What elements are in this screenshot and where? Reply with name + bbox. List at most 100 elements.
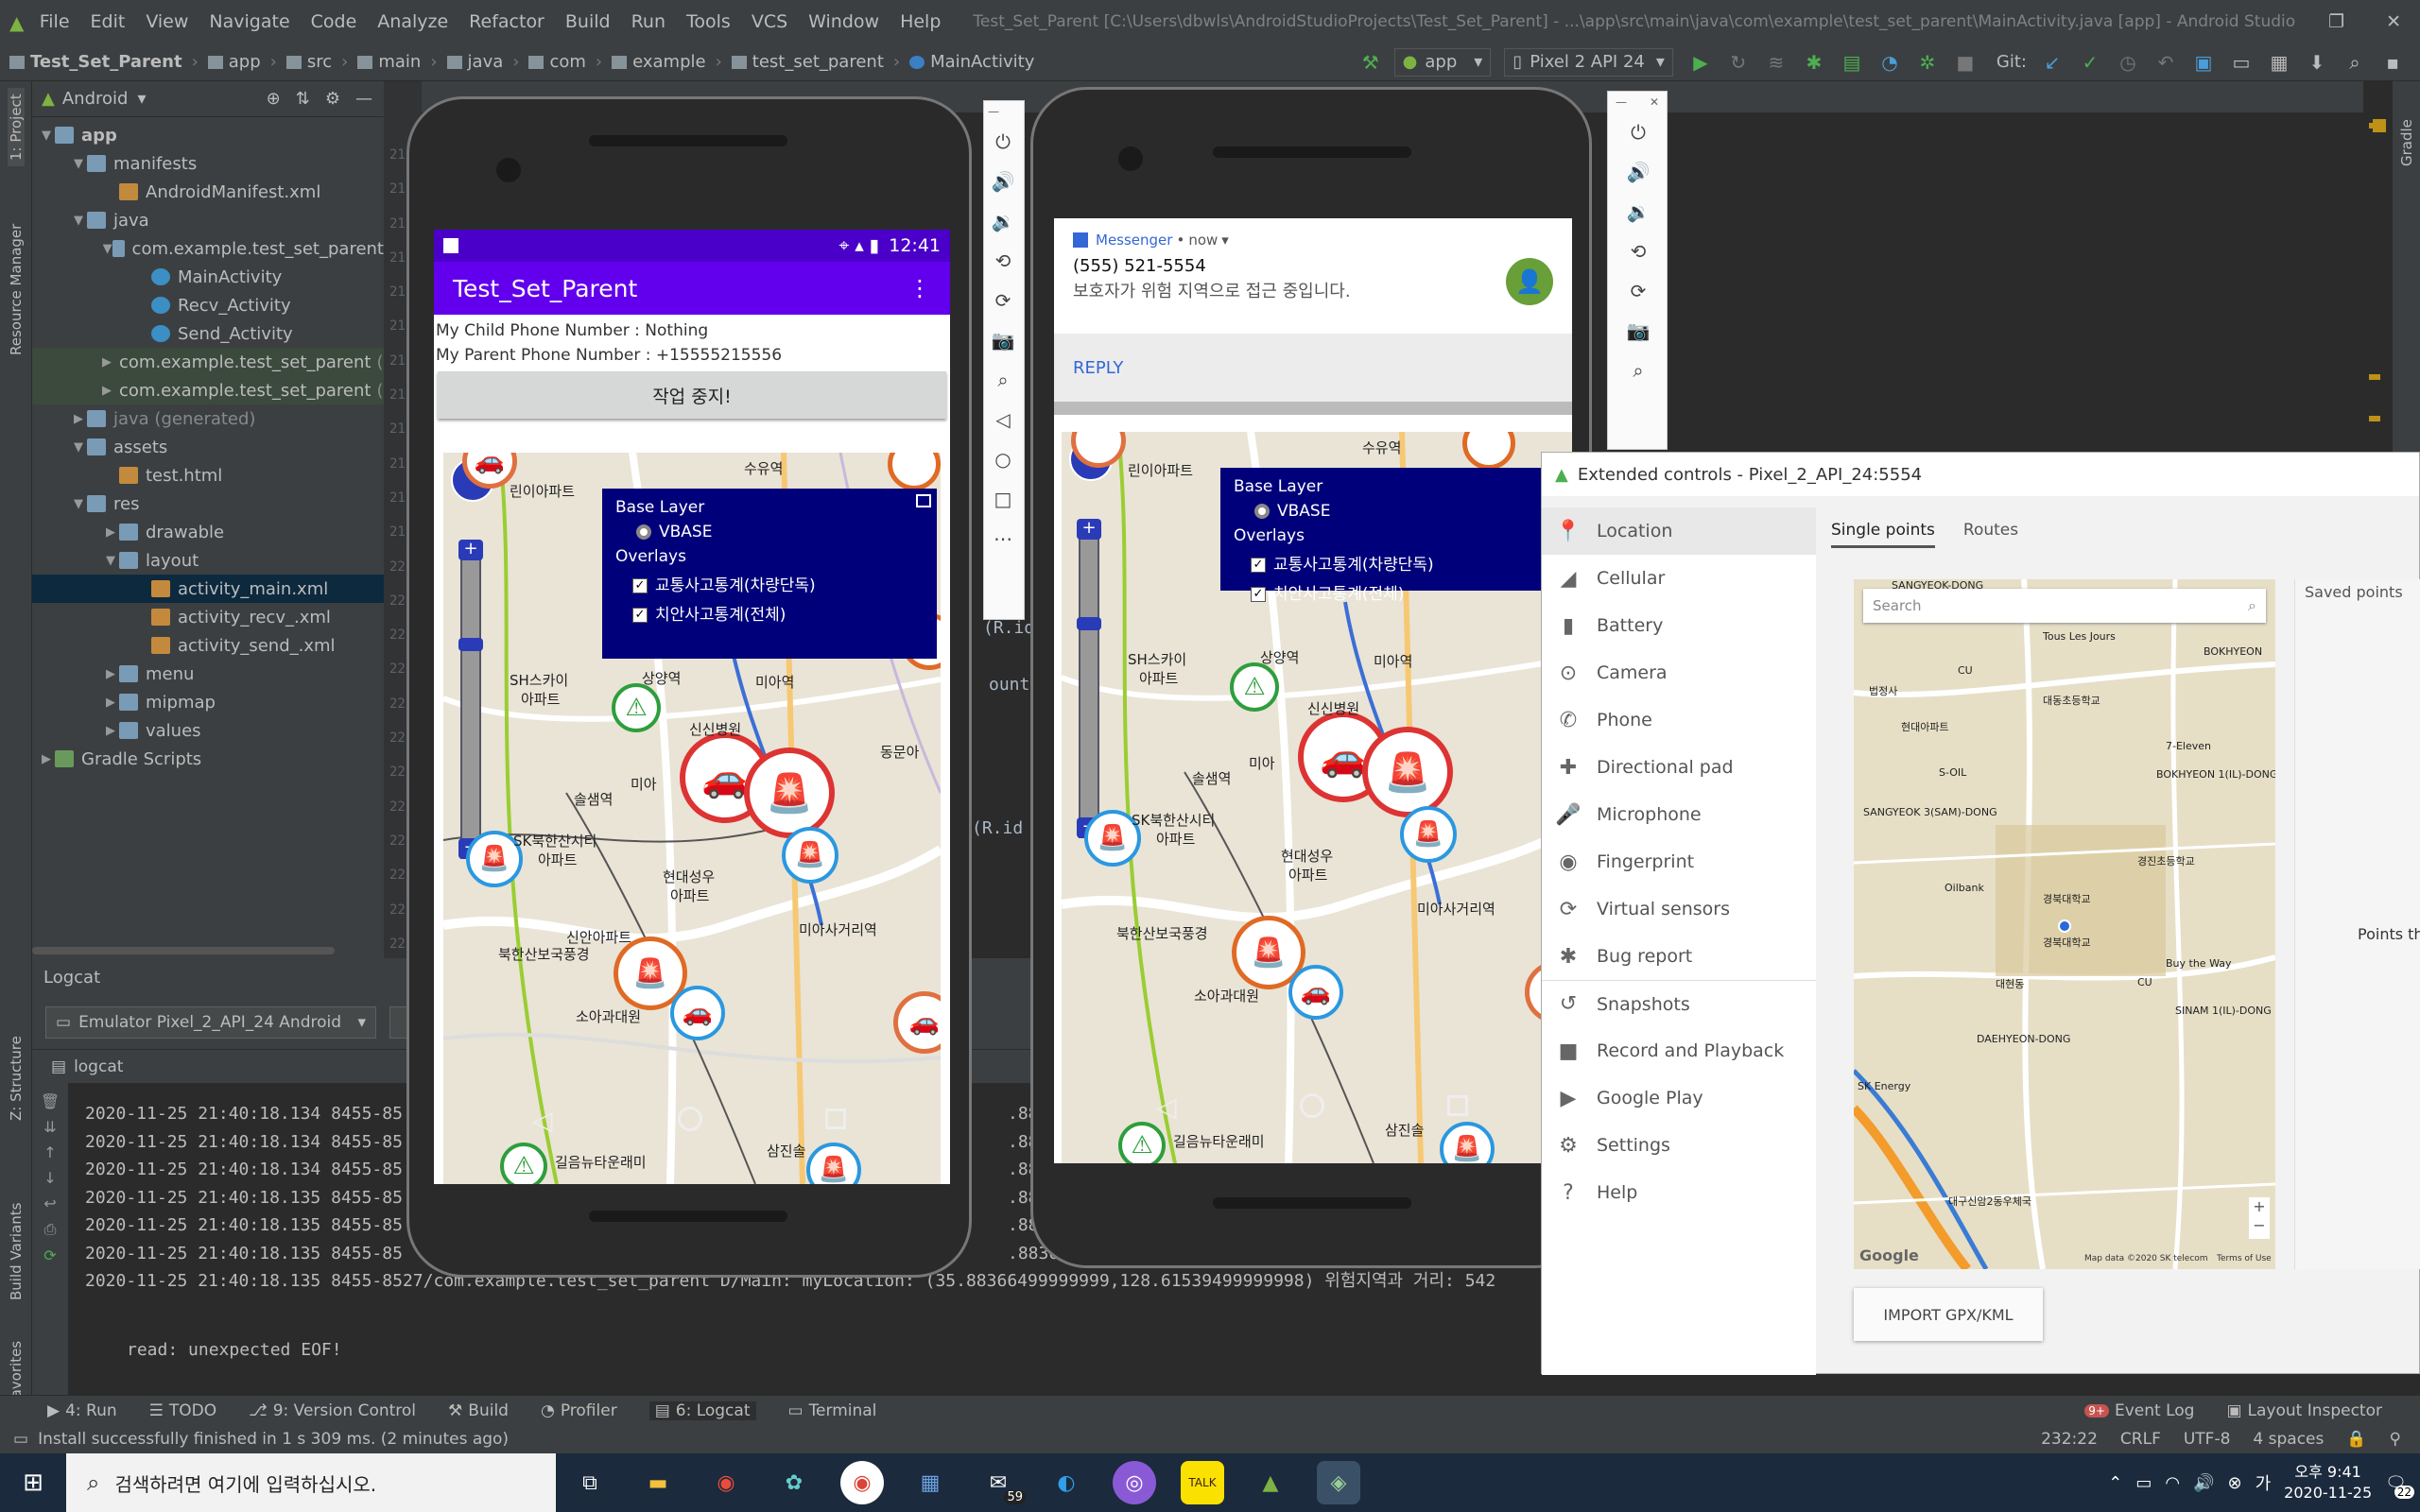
extended-menu-item[interactable]: ? Help xyxy=(1542,1169,1816,1216)
sdk-manager-icon[interactable]: ⬇ xyxy=(2303,48,2331,77)
expand-arrow-icon[interactable]: ▼ xyxy=(70,214,87,228)
print-icon[interactable]: ⎙ xyxy=(44,1220,57,1239)
collapse-arrow-icon[interactable]: ▶ xyxy=(70,412,87,426)
trash-icon[interactable]: 🗑 xyxy=(41,1092,60,1110)
search-icon[interactable]: ⌕ xyxy=(2341,48,2369,77)
base-layer-option[interactable]: VBASE xyxy=(1254,502,1559,521)
menu-navigate[interactable]: Navigate xyxy=(209,11,289,32)
restart-icon[interactable]: ⟳ xyxy=(43,1246,56,1264)
camera-icon[interactable]: 📷 xyxy=(984,320,1022,360)
run-config-select[interactable]: ● app ▾ xyxy=(1393,47,1492,77)
rotate-right-icon[interactable]: ⟳ xyxy=(1619,271,1657,311)
expand-arrow-icon[interactable]: ▼ xyxy=(70,440,87,455)
tree-item[interactable]: activity_recv_.xml xyxy=(32,603,384,631)
map-view[interactable]: + − 🚗 ⚠ 🚗 🚨 🚨 🚨 🚨 🚗 🚗 ⚠ 🚨 수유역 린이아파트 SH스카… xyxy=(443,453,941,1184)
task-view-icon[interactable]: ⧉ xyxy=(568,1461,612,1504)
overlay-option[interactable]: ✓ 교통사고통계(차량단독) xyxy=(1251,551,1559,575)
map-zoom-slider[interactable] xyxy=(460,547,481,859)
traffic-accident-marker-blue[interactable]: 🚗 xyxy=(670,986,725,1040)
horizontal-scrollbar[interactable] xyxy=(32,947,335,954)
rotate-left-icon[interactable]: ⟲ xyxy=(1619,232,1657,271)
attach-debugger-icon[interactable]: ✲ xyxy=(1913,48,1942,77)
map-zoom-slider[interactable] xyxy=(1079,526,1099,838)
crime-marker-green[interactable]: ⚠ xyxy=(1230,662,1279,712)
apply-changes-icon[interactable]: ↻ xyxy=(1724,48,1753,77)
git-update-icon[interactable]: ↙ xyxy=(2038,48,2066,77)
up-icon[interactable]: ↑ xyxy=(43,1143,56,1161)
breadcrumb-item[interactable]: example › xyxy=(612,52,722,72)
terminal-icon[interactable]: ▪ xyxy=(2378,48,2407,77)
mail-icon[interactable]: ✉ 59 xyxy=(977,1461,1026,1504)
tree-item[interactable]: Recv_Activity xyxy=(32,291,384,319)
restore-window-icon[interactable]: ❐ xyxy=(2328,11,2344,32)
git-commit-icon[interactable]: ✓ xyxy=(2076,48,2104,77)
tree-item[interactable]: ▶com.example.test_set_parent(test) xyxy=(32,376,423,404)
close-icon[interactable]: ✕ xyxy=(1650,95,1659,109)
layout-inspector-button[interactable]: ▣ Layout Inspector xyxy=(2226,1401,2382,1420)
tree-item[interactable]: ▶ drawable xyxy=(32,518,384,546)
make-project-icon[interactable]: ⚒ xyxy=(1357,48,1385,77)
build-variants-tab[interactable]: Build Variants xyxy=(8,1203,25,1300)
overlay-option[interactable]: ✓ 치안사고통계(전체) xyxy=(1251,580,1559,604)
error-stripe-marker[interactable] xyxy=(2369,374,2380,380)
extended-menu-item[interactable]: ▮ Battery xyxy=(1542,602,1816,649)
wifi-icon[interactable]: ◠ xyxy=(2165,1473,2180,1493)
bottom-tab[interactable]: ⚒ Build xyxy=(448,1401,509,1420)
debug-icon[interactable]: ✱ xyxy=(1800,48,1828,77)
windows-start-icon[interactable]: ⊞ xyxy=(0,1453,66,1512)
tree-item[interactable]: ▼ res xyxy=(32,490,384,518)
expand-arrow-icon[interactable]: ▼ xyxy=(102,554,119,568)
git-rollback-icon[interactable]: ↶ xyxy=(2152,48,2180,77)
collapse-icon[interactable]: ⇅ xyxy=(296,89,310,109)
menu-help[interactable]: Help xyxy=(900,11,941,32)
menu-analyze[interactable]: Analyze xyxy=(377,11,448,32)
location-map[interactable]: Search ⌕ SANGYEOK-DONG Tous Les Jours CU… xyxy=(1854,579,2275,1269)
menu-tools[interactable]: Tools xyxy=(686,11,731,32)
crime-marker-blue[interactable]: 🚨 xyxy=(1400,806,1457,863)
volume-up-icon[interactable]: 🔊 xyxy=(984,162,1022,201)
gear-icon[interactable]: ⚙ xyxy=(325,89,340,109)
zoom-icon[interactable]: ⌕ xyxy=(1619,351,1657,390)
breadcrumb-item[interactable]: app › xyxy=(207,52,277,72)
paint-icon[interactable]: ✿ xyxy=(772,1461,816,1504)
tree-item[interactable]: MainActivity xyxy=(32,263,384,291)
expand-arrow-icon[interactable]: ▼ xyxy=(38,129,55,143)
volume-icon[interactable]: 🔊 xyxy=(2193,1473,2214,1493)
breadcrumb-item[interactable]: Test_Set_Parent › xyxy=(9,52,199,72)
extended-menu-item[interactable]: 📍 Location xyxy=(1542,507,1816,555)
tree-item[interactable]: ▶ menu xyxy=(32,660,384,688)
overlay-option[interactable]: ✓ 치안사고통계(전체) xyxy=(632,601,924,625)
overview-icon[interactable]: □ xyxy=(984,479,1022,519)
mute-icon[interactable]: ⊗ xyxy=(2228,1473,2242,1493)
volume-up-icon[interactable]: 🔊 xyxy=(1619,152,1657,192)
extended-menu-item[interactable]: ◉ Fingerprint xyxy=(1542,838,1816,885)
tree-item[interactable]: test.html xyxy=(32,461,384,490)
taskbar-search-input[interactable]: ⌕ 검색하려면 여기에 입력하십시오. xyxy=(66,1453,556,1512)
crime-marker-red[interactable]: 🚨 xyxy=(744,747,835,838)
project-view-select[interactable]: Android xyxy=(62,89,129,109)
tray-device-icon[interactable]: ▭ xyxy=(2135,1473,2152,1493)
tree-item[interactable]: ▼ layout xyxy=(32,546,384,575)
collapse-arrow-icon[interactable]: ▶ xyxy=(38,752,55,766)
run-icon[interactable]: ▶ xyxy=(1686,48,1715,77)
tree-item[interactable]: ▶ mipmap xyxy=(32,688,384,716)
map-zoom-control[interactable]: + − xyxy=(2249,1197,2270,1239)
crime-marker-blue[interactable]: 🚨 xyxy=(782,827,838,884)
edge-icon[interactable]: ◐ xyxy=(1045,1461,1088,1504)
menu-edit[interactable]: Edit xyxy=(91,11,126,32)
tree-item[interactable]: ▶com.example.test_set_parent(androidTest… xyxy=(32,348,488,376)
tab-single-points[interactable]: Single points xyxy=(1831,521,1935,548)
layout-inspector-icon[interactable]: ▭ xyxy=(2227,48,2256,77)
extended-menu-item[interactable]: ⟳ Virtual sensors xyxy=(1542,885,1816,933)
tree-item[interactable]: ▶ java (generated) xyxy=(32,404,384,433)
emulator-icon[interactable]: ◈ xyxy=(1317,1461,1360,1504)
apply-code-icon[interactable]: ≋ xyxy=(1762,48,1790,77)
monitor-icon[interactable]: ▦ xyxy=(908,1461,952,1504)
file-explorer-icon[interactable]: ▬ xyxy=(636,1461,680,1504)
minimize-icon[interactable]: — xyxy=(1616,95,1627,109)
zoom-in-icon[interactable]: + xyxy=(458,540,483,560)
gradle-tab[interactable]: Gradle xyxy=(2398,119,2415,166)
bottom-tab[interactable]: ⎇ 9: Version Control xyxy=(249,1401,416,1420)
menu-window[interactable]: Window xyxy=(808,11,879,32)
event-log-button[interactable]: 9+ Event Log xyxy=(2084,1401,2194,1420)
